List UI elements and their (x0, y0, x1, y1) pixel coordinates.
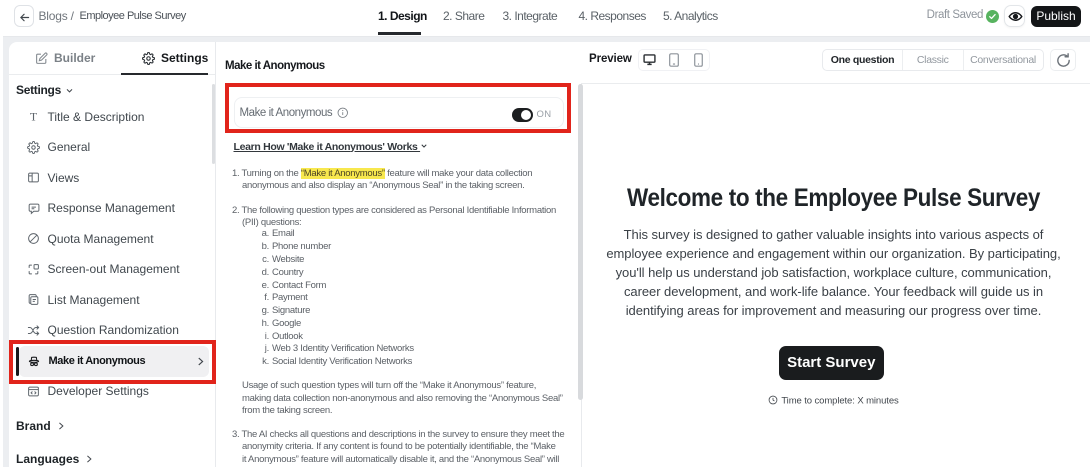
svg-text:T: T (29, 110, 37, 123)
